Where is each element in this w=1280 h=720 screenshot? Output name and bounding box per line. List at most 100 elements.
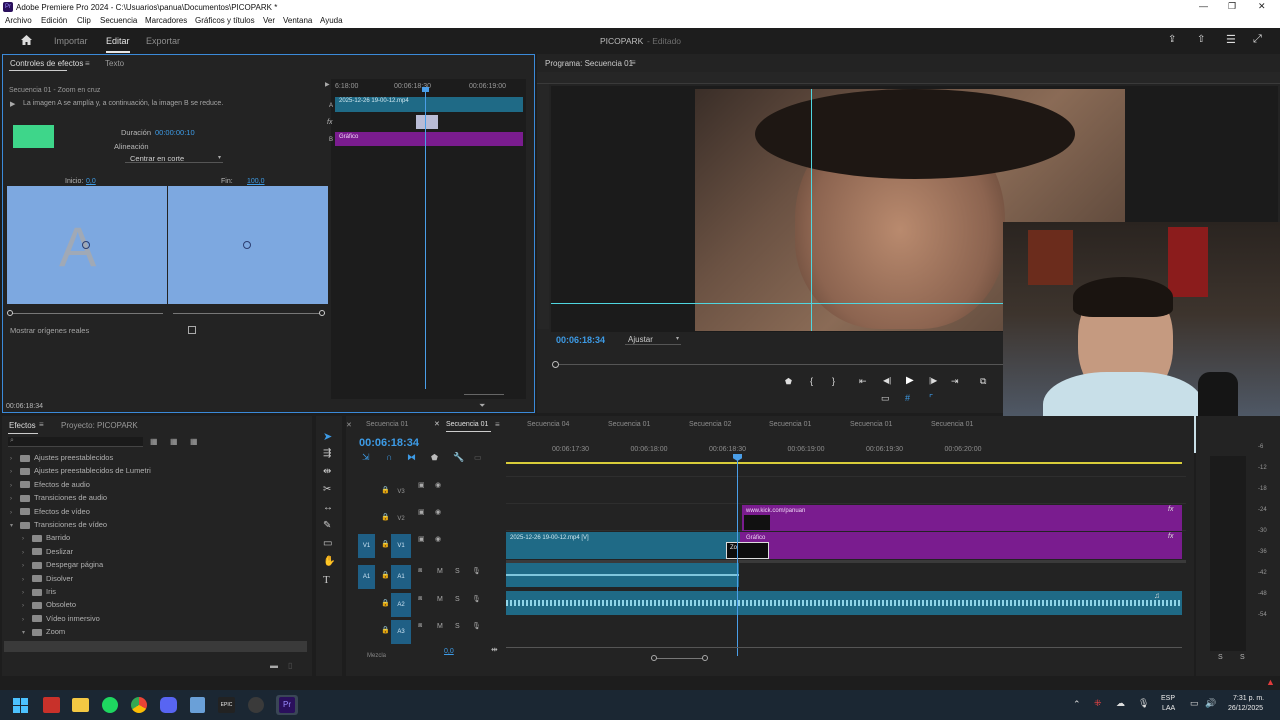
sync-lock-icon[interactable]: ▣: [418, 535, 425, 543]
snap-icon[interactable]: ∩: [386, 452, 392, 462]
mini-transition-block[interactable]: [416, 115, 438, 129]
sync-lock-icon[interactable]: ⧈: [418, 567, 422, 575]
effects-tree-row[interactable]: › Efectos de vídeo: [10, 507, 90, 516]
meter-solo-left[interactable]: S: [1218, 654, 1223, 661]
file-explorer-icon[interactable]: [72, 698, 89, 712]
spotify-icon[interactable]: [102, 697, 118, 713]
voiceover-icon[interactable]: 🎙: [472, 595, 481, 603]
effects-tree-row[interactable]: › Obsoleto: [10, 600, 76, 609]
lock-icon[interactable]: 🔒: [381, 513, 390, 521]
mark-in-icon[interactable]: {: [810, 376, 813, 386]
voiceover-icon[interactable]: 🎙: [472, 622, 481, 630]
tab-proyecto[interactable]: Proyecto: PICOPARK: [61, 421, 138, 430]
home-icon[interactable]: [20, 34, 33, 46]
close-icon[interactable]: ✕: [1258, 1, 1266, 12]
chrome-icon[interactable]: [131, 697, 147, 713]
language-code[interactable]: ESP: [1161, 695, 1175, 702]
hand-tool-icon[interactable]: ✋: [323, 556, 335, 567]
selection-tool-icon[interactable]: ➤: [323, 430, 332, 443]
razor-tool-icon[interactable]: ✂: [323, 484, 331, 495]
tray-mic-icon[interactable]: 🎙: [1138, 698, 1149, 709]
chevron-right-icon[interactable]: ›: [10, 496, 20, 502]
speaker-icon[interactable]: 🔊: [1205, 698, 1216, 709]
mini-playhead[interactable]: [425, 89, 426, 389]
track-select-icon[interactable]: ⇶: [323, 448, 331, 459]
keyboard-layout[interactable]: LAA: [1162, 705, 1175, 712]
lock-icon[interactable]: 🔒: [381, 540, 390, 548]
duration-value[interactable]: 00:00:00:10: [155, 128, 195, 137]
game-app-icon[interactable]: [43, 697, 60, 713]
start-center-handle[interactable]: [82, 241, 90, 249]
seq-tab-8[interactable]: Secuencia 01: [931, 421, 973, 428]
start-value[interactable]: 0,0: [86, 178, 96, 185]
seq-tab-5[interactable]: Secuencia 02: [689, 421, 731, 428]
pen-tool-icon[interactable]: ✎: [323, 520, 331, 531]
solo-icon[interactable]: S: [455, 596, 460, 603]
effects-tree-row[interactable]: › Iris: [10, 587, 56, 596]
effects-tree-row[interactable]: › Transiciones de audio: [10, 493, 107, 502]
sync-lock-icon[interactable]: ▣: [418, 508, 425, 516]
chevron-down-icon[interactable]: ▾: [22, 629, 32, 636]
windows-start-icon[interactable]: [13, 698, 28, 713]
play-transition-icon[interactable]: ▶: [10, 100, 15, 108]
clock-date[interactable]: 26/12/2025: [1228, 705, 1263, 712]
mini-playhead-handle[interactable]: [422, 87, 429, 92]
lift-icon[interactable]: ⧉: [980, 376, 986, 387]
sync-lock-icon[interactable]: ⧈: [418, 595, 422, 603]
filter-icon[interactable]: ⏷: [479, 401, 485, 411]
minimize-icon[interactable]: —: [1199, 1, 1208, 11]
menu-marcadores[interactable]: Marcadores: [145, 16, 187, 25]
tab-exportar[interactable]: Exportar: [146, 36, 180, 46]
seq-tab-1[interactable]: Secuencia 01: [366, 421, 408, 428]
timeline-scrollbar-track[interactable]: [506, 647, 1182, 648]
menu-archivo[interactable]: Archivo: [5, 16, 32, 25]
effects-tree-row[interactable]: › Deslizar: [10, 547, 73, 556]
share-icon[interactable]: ⇧: [1197, 34, 1205, 45]
tab-importar[interactable]: Importar: [54, 36, 88, 46]
end-value[interactable]: 100,0: [247, 178, 265, 185]
effects-tree-row[interactable]: ▾ Transiciones de vídeo: [10, 520, 107, 529]
step-back-icon[interactable]: ◀|: [883, 376, 891, 385]
work-area-bar[interactable]: [506, 462, 1182, 464]
timeline-close-icon[interactable]: ✕: [346, 421, 352, 429]
panel-menu-icon[interactable]: ≡: [39, 420, 44, 429]
crop-icon[interactable]: ⌜: [929, 393, 933, 404]
mini-timeline-play-icon[interactable]: ▶: [325, 81, 330, 88]
menu-clip[interactable]: Clip: [77, 16, 91, 25]
clip-v2-graphic[interactable]: www.kick.com/panuan: [742, 505, 1182, 531]
compare-view-icon[interactable]: ▭: [881, 393, 890, 404]
sync-lock-icon[interactable]: ⧈: [418, 622, 422, 630]
chevron-right-icon[interactable]: ›: [22, 550, 32, 556]
mute-icon[interactable]: M: [437, 623, 443, 630]
new-bin-icon[interactable]: ▬: [270, 661, 278, 670]
track-target-label[interactable]: A3: [391, 620, 411, 644]
chevron-right-icon[interactable]: ›: [10, 456, 20, 462]
track-target-label[interactable]: V1: [391, 534, 411, 558]
menu-ayuda[interactable]: Ayuda: [320, 16, 343, 25]
end-slider-handle[interactable]: [319, 310, 325, 316]
discord-icon[interactable]: [160, 697, 177, 713]
tray-app-icon[interactable]: ⁜: [1094, 698, 1102, 709]
effects-tree-row[interactable]: › Barrido: [10, 533, 70, 542]
start-slider[interactable]: [11, 313, 163, 314]
warning-icon[interactable]: ▲: [1266, 677, 1275, 687]
tab-editar[interactable]: Editar: [106, 36, 130, 53]
track-target-label[interactable]: A2: [391, 593, 411, 617]
step-forward-icon[interactable]: |▶: [929, 376, 937, 385]
wrench-icon[interactable]: 🔧: [453, 452, 464, 463]
chevron-right-icon[interactable]: ›: [22, 536, 32, 542]
effects-tree-row[interactable]: › Ajustes preestablecidos de Lumetri: [10, 466, 151, 475]
yuv-effects-icon[interactable]: ▦: [190, 437, 198, 446]
chevron-right-icon[interactable]: ›: [22, 590, 32, 596]
tab-efectos[interactable]: Efectos: [9, 421, 36, 430]
mini-clip-b[interactable]: Gráfico: [335, 132, 523, 146]
lock-icon[interactable]: 🔒: [381, 599, 390, 607]
workspaces-icon[interactable]: ☰: [1226, 33, 1236, 46]
mute-icon[interactable]: M: [437, 596, 443, 603]
obs-icon[interactable]: [248, 697, 264, 713]
effects-tree-row[interactable]: ▾ Zoom: [10, 627, 65, 636]
epic-games-icon[interactable]: EPIC: [218, 697, 235, 713]
panel-menu-icon[interactable]: ≡: [495, 420, 500, 429]
menu-edicion[interactable]: Edición: [41, 16, 67, 25]
effects-tree-row[interactable]: › Despegar página: [10, 560, 103, 569]
